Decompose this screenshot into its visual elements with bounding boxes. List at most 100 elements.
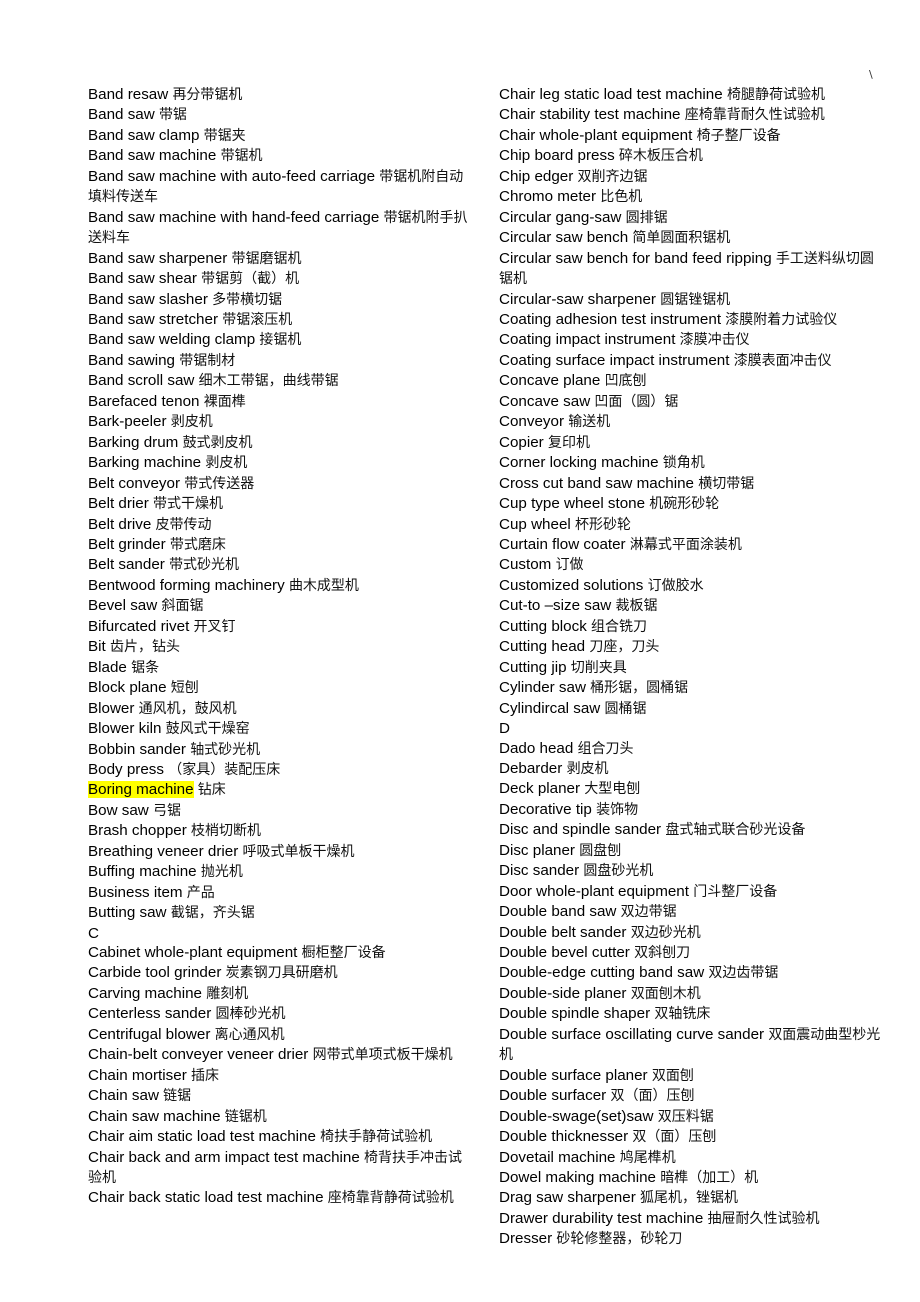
term-chinese: 带锯 bbox=[158, 107, 187, 124]
term-english: Bit bbox=[88, 638, 106, 656]
term-chinese: 圆锯锉锯机 bbox=[660, 291, 731, 308]
glossary-entry: Chair leg static load test machine 椅腿静荷试… bbox=[499, 85, 881, 105]
glossary-entry: Drawer durability test machine 抽屉耐久性试验机 bbox=[499, 1209, 881, 1229]
term-english: Copier bbox=[499, 433, 544, 451]
term-chinese: 桶形锯，圆桶锯 bbox=[590, 680, 689, 697]
glossary-entry: Bevel saw 斜面锯 bbox=[88, 596, 473, 616]
term-english: Corner locking machine bbox=[499, 454, 659, 472]
term-english: Business item bbox=[88, 883, 183, 901]
term-chinese: 简单圆面积锯机 bbox=[632, 230, 731, 247]
glossary-column-right: Chair leg static load test machine 椅腿静荷试… bbox=[499, 85, 881, 1250]
glossary-entry: Cross cut band saw machine 横切带锯 bbox=[499, 474, 881, 494]
glossary-entry: Double surface planer 双面刨 bbox=[499, 1066, 881, 1086]
glossary-entry: Custom 订做 bbox=[499, 555, 881, 575]
term-chinese: 盘式轴式联合砂光设备 bbox=[665, 822, 806, 839]
term-chinese: 带锯滚压机 bbox=[222, 311, 293, 328]
glossary-entry: Cylindircal saw 圆桶锯 bbox=[499, 699, 881, 719]
term-english: Belt conveyor bbox=[88, 474, 181, 492]
term-chinese: 链锯 bbox=[163, 1088, 192, 1105]
glossary-entry: Cabinet whole-plant equipment 橱柜整厂设备 bbox=[88, 943, 473, 963]
term-chinese: 带锯机 bbox=[220, 148, 263, 165]
glossary-entry: Cutting head 刀座，刀头 bbox=[499, 637, 881, 657]
glossary-entry: Double-edge cutting band saw 双边齿带锯 bbox=[499, 963, 881, 983]
term-english: Double surfacer bbox=[499, 1087, 607, 1105]
term-english: Deck planer bbox=[499, 780, 581, 798]
term-english: Dado head bbox=[499, 739, 574, 757]
term-english: Double spindle shaper bbox=[499, 1005, 651, 1023]
term-chinese: 钻床 bbox=[197, 782, 226, 799]
term-english: Cylindircal saw bbox=[499, 699, 601, 717]
term-chinese: 漆膜附着力试验仪 bbox=[725, 311, 838, 328]
term-chinese: 杯形砂轮 bbox=[575, 516, 631, 533]
term-english: Chain saw machine bbox=[88, 1107, 221, 1125]
glossary-entry: Circular gang-saw 圆排锯 bbox=[499, 208, 881, 228]
glossary-entry: Double surface oscillating curve sander … bbox=[499, 1025, 881, 1066]
term-english: Cup type wheel stone bbox=[499, 495, 646, 513]
glossary-entry: Breathing veneer drier 呼吸式单板干燥机 bbox=[88, 842, 473, 862]
term-english: Band saw slasher bbox=[88, 290, 208, 308]
term-english: Blower bbox=[88, 699, 135, 717]
term-chinese: 多带横切锯 bbox=[212, 291, 283, 308]
glossary-entry: Coating adhesion test instrument 漆膜附着力试验… bbox=[499, 310, 881, 330]
term-english: Custom bbox=[499, 556, 552, 574]
term-english: Cut-to –size saw bbox=[499, 597, 612, 615]
term-english: Barking machine bbox=[88, 454, 202, 472]
glossary-entry: Blower 通风机，鼓风机 bbox=[88, 699, 473, 719]
term-english: Chip edger bbox=[499, 167, 574, 185]
term-chinese: 双压料锯 bbox=[657, 1108, 714, 1125]
term-chinese: 双削齐边锯 bbox=[577, 168, 648, 185]
term-chinese: 组合铣刀 bbox=[591, 618, 648, 635]
term-chinese: 双边带锯 bbox=[620, 904, 677, 921]
term-chinese: 插床 bbox=[190, 1067, 219, 1084]
term-english: Band saw shear bbox=[88, 270, 197, 288]
term-english: Drag saw sharpener bbox=[499, 1189, 636, 1207]
glossary-entry: Dresser 砂轮修整器，砂轮刀 bbox=[499, 1229, 881, 1249]
term-chinese: 座椅靠背静荷试验机 bbox=[327, 1190, 454, 1207]
term-chinese: 枝梢切断机 bbox=[191, 823, 262, 840]
term-english: Centerless sander bbox=[88, 1005, 212, 1023]
term-english: Belt drive bbox=[88, 515, 152, 533]
term-english: Barking drum bbox=[88, 433, 179, 451]
term-chinese: 双边砂光机 bbox=[630, 924, 701, 941]
term-chinese: 机碗形砂轮 bbox=[649, 496, 720, 513]
glossary-entry: Double belt sander 双边砂光机 bbox=[499, 923, 881, 943]
term-english: Band saw stretcher bbox=[88, 310, 218, 328]
glossary-entry: Buffing machine 抛光机 bbox=[88, 862, 473, 882]
term-english: Band saw bbox=[88, 106, 155, 124]
term-chinese: 门斗整厂设备 bbox=[693, 883, 778, 900]
term-chinese: 锯条 bbox=[131, 659, 160, 676]
term-english: Decorative tip bbox=[499, 800, 592, 818]
glossary-entry: Bit 齿片，钻头 bbox=[88, 637, 473, 657]
glossary-entry: Centerless sander 圆棒砂光机 bbox=[88, 1004, 473, 1024]
glossary-entry: Double thicknesser 双（面）压刨 bbox=[499, 1127, 881, 1147]
glossary-entry: Band saw 带锯 bbox=[88, 105, 473, 125]
term-english: Chair whole-plant equipment bbox=[499, 126, 693, 144]
section-letter-heading: C bbox=[88, 924, 473, 943]
glossary-entry: Disc and spindle sander 盘式轴式联合砂光设备 bbox=[499, 820, 881, 840]
term-english: Chair leg static load test machine bbox=[499, 86, 723, 103]
term-chinese: 装饰物 bbox=[596, 801, 639, 818]
glossary-entry: Body press （家具）装配压床 bbox=[88, 760, 473, 780]
term-english: Customized solutions bbox=[499, 576, 644, 594]
glossary-entry: Barking machine 剥皮机 bbox=[88, 453, 473, 473]
term-chinese: 网带式单项式板干燥机 bbox=[312, 1047, 453, 1064]
glossary-entry: Chain mortiser 插床 bbox=[88, 1066, 473, 1086]
term-english: Dowel making machine bbox=[499, 1169, 657, 1187]
term-chinese: 砂轮修整器，砂轮刀 bbox=[556, 1231, 683, 1248]
term-english: Band saw machine with auto-feed carriage bbox=[88, 167, 376, 185]
term-english: Chair back and arm impact test machine bbox=[88, 1148, 360, 1166]
term-chinese: 双面刨木机 bbox=[630, 985, 701, 1002]
glossary-entry: Dowel making machine 暗榫（加工）机 bbox=[499, 1168, 881, 1188]
glossary-entry: Copier 复印机 bbox=[499, 433, 881, 453]
term-english: Buffing machine bbox=[88, 863, 197, 881]
glossary-entry: Band sawing 带锯制材 bbox=[88, 351, 473, 371]
term-chinese: 曲木成型机 bbox=[288, 577, 359, 594]
glossary-entry: Dado head 组合刀头 bbox=[499, 739, 881, 759]
term-english: Barefaced tenon bbox=[88, 392, 200, 410]
term-chinese: 带锯制材 bbox=[179, 352, 236, 369]
term-english: Boring machine bbox=[88, 781, 194, 799]
glossary-entry: Conveyor 输送机 bbox=[499, 412, 881, 432]
term-english: Coating surface impact instrument bbox=[499, 351, 730, 369]
glossary-entry: Disc sander 圆盘砂光机 bbox=[499, 861, 881, 881]
term-chinese: 淋幕式平面涂装机 bbox=[629, 536, 742, 553]
